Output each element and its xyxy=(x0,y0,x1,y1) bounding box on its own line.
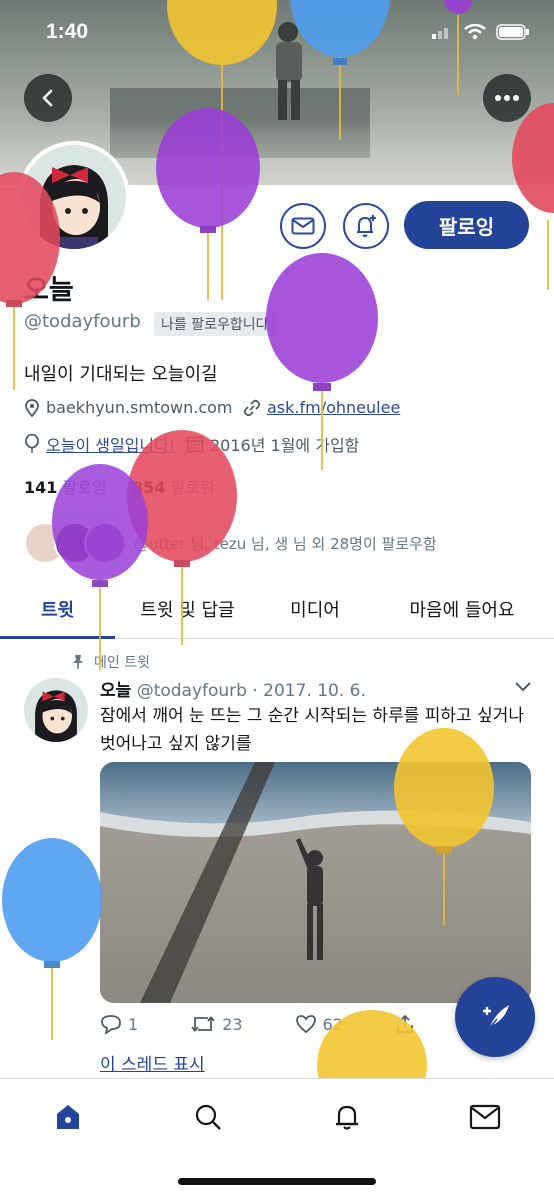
balloon-icon xyxy=(25,434,39,453)
signal-icon xyxy=(432,28,448,39)
profile-name: 오늘 xyxy=(24,275,74,306)
tweet-avatar[interactable] xyxy=(24,678,88,742)
chevron-left-icon xyxy=(42,89,53,107)
tab-likes[interactable]: 마음에 들어요 xyxy=(370,580,554,638)
battery-icon xyxy=(496,24,529,40)
more-button[interactable] xyxy=(483,74,531,122)
nav-home[interactable] xyxy=(48,1097,88,1137)
following-count: 141 xyxy=(24,478,58,497)
nav-messages[interactable] xyxy=(465,1097,505,1137)
compose-tweet-button[interactable] xyxy=(455,977,535,1057)
reply-count: 1 xyxy=(128,1014,139,1034)
profile-link[interactable]: ask.fm/ohneulee xyxy=(267,398,400,417)
envelope-icon xyxy=(291,217,315,235)
more-dots-icon xyxy=(495,95,519,101)
reply-button[interactable]: 1 xyxy=(100,1014,138,1034)
like-button[interactable]: 62 xyxy=(295,1014,343,1034)
profile-handle: @todayfourb xyxy=(24,311,141,332)
bell-icon xyxy=(336,1105,358,1130)
tweet-handle-date: @todayfourb · 2017. 10. 6. xyxy=(136,681,366,701)
share-button[interactable] xyxy=(395,1014,415,1034)
pinned-label: 메인 트윗 xyxy=(72,652,150,672)
tweet-author[interactable]: 오늘 xyxy=(100,681,131,701)
tweet-media-image[interactable] xyxy=(100,762,531,1003)
joined-text: 2016년 1월에 가입함 xyxy=(210,436,360,455)
followed-by-text: @utter 님, tezu 님, 생 님 외 28명이 팔로우함 xyxy=(134,534,437,553)
tweet-menu-button[interactable] xyxy=(514,678,532,697)
nav-notifications[interactable] xyxy=(327,1097,367,1137)
tab-tweets[interactable]: 트윗 xyxy=(0,580,115,639)
follow-counts: 141 팔로잉 854 팔로워 xyxy=(24,474,215,498)
share-icon xyxy=(397,1014,413,1033)
retweet-count: 23 xyxy=(222,1014,243,1034)
pinned-text: 메인 트윗 xyxy=(94,655,150,671)
followers-count-link[interactable]: 854 팔로워 xyxy=(132,478,215,497)
chevron-down-icon xyxy=(515,682,531,692)
header-person-silhouette xyxy=(276,22,302,120)
status-time: 1:40 xyxy=(46,20,89,43)
followed-by-row[interactable]: @utter 님, tezu 님, 생 님 외 28명이 팔로우함 xyxy=(24,522,437,564)
calendar-icon xyxy=(186,436,204,453)
tweet-header: 오늘 @todayfourb · 2017. 10. 6. xyxy=(100,676,366,701)
tweet-avatar-illustration xyxy=(24,678,88,742)
home-indicator xyxy=(178,1178,376,1185)
retweet-button[interactable]: 23 xyxy=(190,1014,243,1034)
link-icon xyxy=(243,399,261,416)
message-button[interactable] xyxy=(280,203,326,249)
heart-icon xyxy=(295,1015,316,1034)
nav-search[interactable] xyxy=(188,1097,228,1137)
home-icon xyxy=(57,1105,79,1129)
following-label: 팔로잉 xyxy=(62,478,107,497)
notify-button[interactable] xyxy=(343,203,389,249)
profile-tabs: 트윗 트윗 및 답글 미디어 마음에 들어요 xyxy=(0,580,554,639)
tab-tweets-replies[interactable]: 트윗 및 답글 xyxy=(115,580,260,638)
location-text: baekhyun.smtown.com xyxy=(46,398,233,417)
show-thread-link[interactable]: 이 스레드 표시 xyxy=(100,1050,205,1075)
follows-you-badge: 나를 팔로우합니다 xyxy=(154,312,276,336)
location-pin-icon xyxy=(25,398,39,417)
birthday-text[interactable]: 오늘이 생일입니다! xyxy=(46,432,175,456)
beach-photo xyxy=(100,762,531,1003)
balloon-blue-left xyxy=(2,838,102,1040)
back-button[interactable] xyxy=(24,74,72,122)
tab-media[interactable]: 미디어 xyxy=(260,580,370,638)
link-row[interactable]: ask.fm/ohneulee xyxy=(243,398,400,417)
birthday-row: 오늘이 생일입니다! xyxy=(24,432,175,456)
feather-plus-icon xyxy=(483,1005,509,1030)
search-icon xyxy=(195,1104,221,1130)
followers-count: 854 xyxy=(132,478,166,497)
wifi-icon xyxy=(464,24,486,40)
bell-plus-icon xyxy=(357,215,376,237)
following-button[interactable]: 팔로잉 xyxy=(404,201,529,249)
tweet-text: 잠에서 깨어 눈 뜨는 그 순간 시작되는 하루를 피하고 싶거나 벗어나고 싶… xyxy=(100,706,524,754)
follower-avatar xyxy=(84,522,126,564)
followers-label: 팔로워 xyxy=(170,478,215,497)
profile-bio: 내일이 기대되는 오늘이길 xyxy=(24,364,218,385)
profile-avatar[interactable] xyxy=(22,145,126,249)
pin-icon xyxy=(73,655,83,669)
envelope-icon xyxy=(469,1104,501,1130)
avatar-illustration xyxy=(22,145,126,249)
like-count: 62 xyxy=(322,1014,343,1034)
joined-row: 2016년 1월에 가입함 xyxy=(186,432,359,456)
location-row: baekhyun.smtown.com xyxy=(24,398,233,417)
status-icons xyxy=(432,24,530,40)
following-count-link[interactable]: 141 팔로잉 xyxy=(24,478,107,497)
retweet-icon xyxy=(191,1016,215,1032)
reply-icon xyxy=(101,1015,121,1034)
